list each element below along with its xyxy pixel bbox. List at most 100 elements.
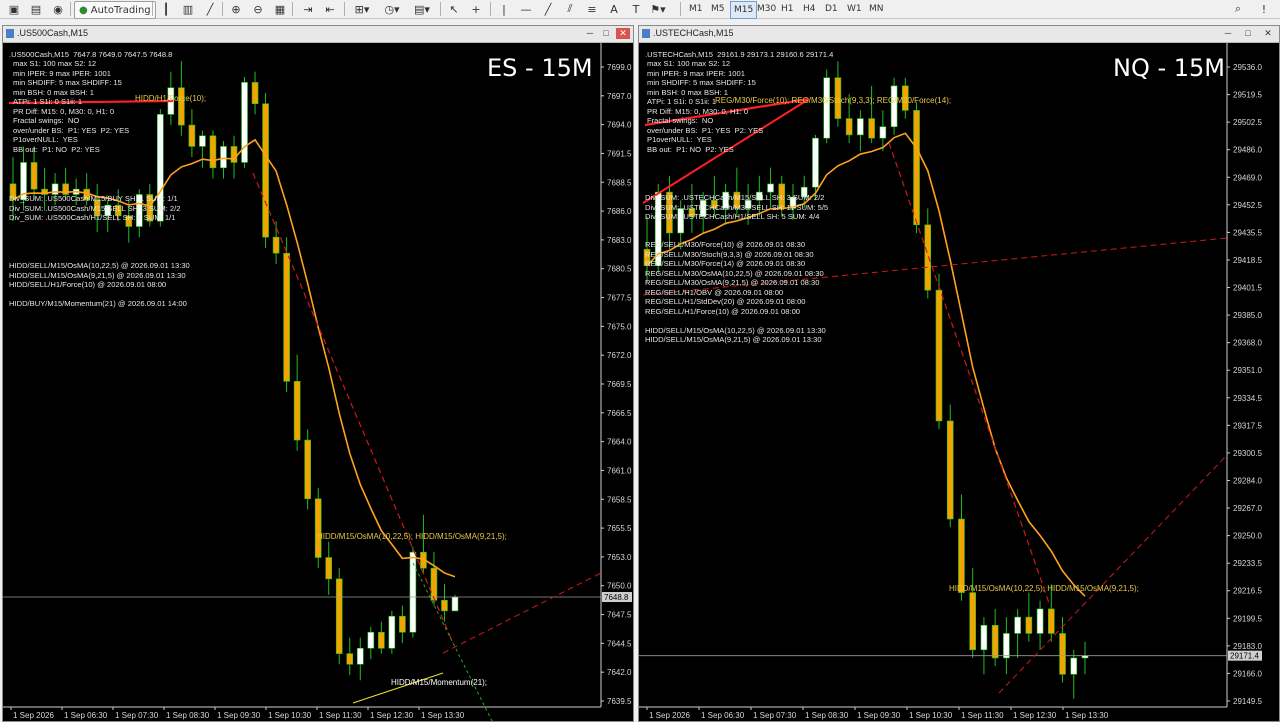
maximize-button[interactable]: □ [599,28,613,39]
chart-shift-icon[interactable]: ⇤ [322,1,338,17]
price-tick-label: 29183.0 [1233,642,1262,651]
window-titlebar[interactable]: .USTECHCash,M15 ─ □ ✕ [639,26,1279,43]
timeframe-d1[interactable]: D1 [822,1,841,17]
time-tick-label: 1 Sep 06:30 [701,711,745,720]
settings-line: min BSH: 0 max BSH: 1 [647,87,729,97]
timeframe-h4[interactable]: H4 [800,1,819,17]
maximize-button[interactable]: □ [1241,28,1255,39]
signal-list: HIDD/SELL/M15/OsMA(10,22,5) @ 2026.09.01… [9,261,190,309]
minimize-button[interactable]: ─ [583,28,597,39]
candle-body [1036,608,1044,634]
indicators-icon[interactable]: ⊞▾ [350,1,374,17]
price-tick-label: 29267.0 [1233,504,1262,513]
settings-line: Fractal swings: NO [13,116,80,125]
signal-line: HIDD/SELL/M15/OsMA(9,21,5) @ 2026.09.01 … [645,335,822,344]
time-tick-label: 1 Sep 09:30 [857,711,901,720]
candle-body [924,224,932,291]
price-tick-label: 29486.0 [1233,146,1262,155]
candle-body [857,118,864,136]
price-tick-label: 7677.5 [607,294,632,303]
market-watch-icon[interactable]: ◉ [50,1,66,17]
divergence-line: Div_SUM: .US500Cash/M15/SELL SH: 3 SUM: … [9,203,181,213]
bar-chart-icon[interactable]: ┃ [158,1,174,17]
zoom-out-icon[interactable]: ⊖ [250,1,266,17]
horizontal-line-icon[interactable]: — [518,1,534,17]
price-tick-label: 29216.5 [1233,587,1262,596]
timeframe-h1[interactable]: H1 [778,1,797,17]
signal-line [9,290,190,300]
candle-body [188,124,196,147]
arrow-tool-icon[interactable]: ⚑▾ [650,1,666,17]
trendline-icon[interactable]: ╱ [540,1,556,17]
settings-line: BB out: P1: NO P2: YES [647,144,734,154]
candle-body [378,631,385,649]
candle-chart-icon[interactable]: ▥ [180,1,196,17]
search-icon[interactable]: ⌕ [1230,1,1246,17]
timeframe-mn[interactable]: MN [866,1,887,17]
candle-body [946,420,954,520]
signal-line: REG/SELL/M30/OsMA(9,21,5) @ 2026.09.01 0… [645,278,820,287]
time-tick-label: 1 Sep 13:30 [1065,711,1109,720]
alerts-icon[interactable]: ! [1256,1,1272,17]
candle-body [388,615,396,649]
candle-body [335,578,343,654]
settings-line: max S1: 100 max S2: 12 [647,59,731,68]
chart-window-es[interactable]: .US500Cash,M15 ─ □ ✕ 7699.0 7697.0 7694.0 7… [2,25,634,722]
price-tick-label: 29199.5 [1233,614,1262,623]
text-tool-icon[interactable]: A [606,1,622,17]
ea-settings-panel: max S1: 100 max S2: 12 min IPER: 9 max IP… [13,59,129,154]
candle-body [767,183,774,193]
divergence-line: Div_SUM: .US500Cash/M15/BUY SH: 1 SUM: 1… [9,194,178,203]
price-tick-label: 7661.0 [607,466,632,475]
candle-body [812,137,819,188]
settings-line: min BSH: 0 max BSH: 1 [13,87,95,97]
cursor-icon[interactable]: ↖ [446,1,462,17]
price-tick-label: 29536.0 [1233,63,1262,72]
signal-line [645,316,826,326]
time-tick-label: 1 Sep 12:30 [370,711,414,720]
new-chart-icon[interactable]: ▣ [6,1,22,17]
time-tick-label: 1 Sep 08:30 [166,711,210,720]
chart-big-label: NQ - 15M [1113,54,1226,82]
autoscroll-icon[interactable]: ⇥ [300,1,316,17]
window-titlebar[interactable]: .US500Cash,M15 ─ □ ✕ [3,26,633,43]
vertical-line-icon[interactable]: | [496,1,512,17]
price-tick-label: 7650.0 [607,582,632,591]
tile-windows-icon[interactable]: ▦ [272,1,288,17]
signal-line: HIDD/BUY/M15/Momentum(21) @ 2026.09.01 1… [9,299,187,308]
label-tool-icon[interactable]: T [628,1,644,17]
settings-line: PR Diff: M15: 0, M30: 0, H1: 0 [647,106,749,116]
zoom-in-icon[interactable]: ⊕ [228,1,244,17]
candle-body [251,82,259,105]
chart-window-nq[interactable]: .USTECHCash,M15 ─ □ ✕ 29536.0 29519.5 2950… [638,25,1280,722]
candle-body [409,551,417,633]
signal-line: HIDD/SELL/M15/OsMA(10,22,5) @ 2026.09.01… [9,261,190,270]
timeframe-w1[interactable]: W1 [844,1,865,17]
close-button[interactable]: ✕ [1261,28,1275,39]
price-tick-label: 7658.5 [607,495,632,504]
price-tick-label: 7683.0 [607,236,632,245]
line-chart-icon[interactable]: ╱ [202,1,218,17]
channel-icon[interactable]: ⫽ [562,1,578,17]
chart-big-label: ES - 15M [487,54,593,82]
price-tick-label: 29300.5 [1233,449,1262,458]
candle-body [890,85,898,128]
signal-line: REG/SELL/M30/Stoch(9,3,3) @ 2026.09.01 0… [645,249,814,259]
autotrading-button[interactable]: ● AutoTrading [74,1,156,19]
time-tick-label: 1 Sep 2026 [13,711,54,720]
fibonacci-icon[interactable]: ≡ [584,1,600,17]
timeframe-m30[interactable]: M30 [754,1,779,17]
timeframe-m1[interactable]: M1 [686,1,706,17]
crosshair-icon[interactable]: + [468,1,484,17]
close-button[interactable]: ✕ [616,28,630,39]
profiles-icon[interactable]: ▤ [28,1,44,17]
candle-body [868,118,875,139]
settings-line: min SHDIFF: 5 max SHDIFF: 15 [647,78,756,87]
candle-body [314,498,322,558]
timeframe-m5[interactable]: M5 [708,1,728,17]
templates-icon[interactable]: ▤▾ [410,1,434,17]
price-tick-label: 7655.5 [607,524,632,533]
periods-icon[interactable]: ◷▾ [380,1,404,17]
minimize-button[interactable]: ─ [1221,28,1235,39]
time-tick-label: 1 Sep 11:30 [961,711,1004,720]
